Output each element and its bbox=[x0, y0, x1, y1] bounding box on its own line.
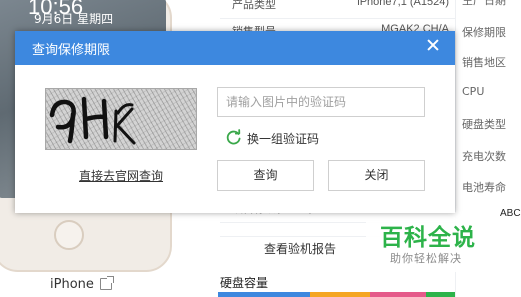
right-item: 销售地区 bbox=[462, 56, 506, 69]
query-button[interactable]: 查询 bbox=[217, 160, 314, 191]
external-link-icon[interactable] bbox=[100, 276, 114, 290]
truncated-value: ABC bbox=[500, 208, 521, 219]
disk-segment bbox=[310, 292, 370, 297]
refresh-icon bbox=[226, 129, 241, 145]
captcha-glyphs bbox=[49, 96, 136, 145]
right-item: 硬盘类型 bbox=[462, 118, 506, 131]
disk-segment bbox=[370, 292, 426, 297]
captcha-image bbox=[45, 88, 197, 150]
info-key: 产品类型 bbox=[232, 0, 276, 11]
watermark-logo: 百科全说 助你轻松解决 bbox=[366, 212, 496, 272]
device-name: iPhone bbox=[50, 277, 94, 292]
close-icon[interactable] bbox=[424, 36, 442, 54]
warranty-query-dialog: 查询保修期限 换一组验证码 直接去官网查询 查询 关闭 bbox=[15, 31, 455, 213]
disk-segment bbox=[218, 292, 310, 297]
view-verify-report-button[interactable]: 查看验机报告 bbox=[220, 236, 380, 260]
captcha-input[interactable] bbox=[217, 87, 425, 117]
home-button-graphic bbox=[54, 220, 84, 250]
watermark-title: 百科全说 bbox=[380, 225, 476, 251]
close-button[interactable]: 关闭 bbox=[328, 160, 425, 191]
info-value: iPhone7,1 (A1524) bbox=[357, 0, 449, 8]
right-item: 生产日期 bbox=[462, 0, 506, 7]
info-row: 产品类型 iPhone7,1 (A1524) bbox=[220, 0, 455, 19]
phone-date: 9月6日 星期四 bbox=[34, 12, 114, 26]
disk-capacity-label: 硬盘容量 bbox=[220, 276, 269, 290]
refresh-label: 换一组验证码 bbox=[247, 132, 320, 146]
dialog-title: 查询保修期限 bbox=[32, 43, 111, 58]
right-item: CPU bbox=[462, 85, 485, 98]
right-item: 保修期限 bbox=[462, 26, 506, 39]
right-item: 充电次数 bbox=[462, 150, 506, 163]
official-site-link[interactable]: 直接去官网查询 bbox=[79, 167, 163, 184]
right-item: 电池寿命 bbox=[462, 181, 506, 194]
dialog-header: 查询保修期限 bbox=[15, 31, 455, 65]
watermark-subtitle: 助你轻松解决 bbox=[390, 252, 462, 265]
